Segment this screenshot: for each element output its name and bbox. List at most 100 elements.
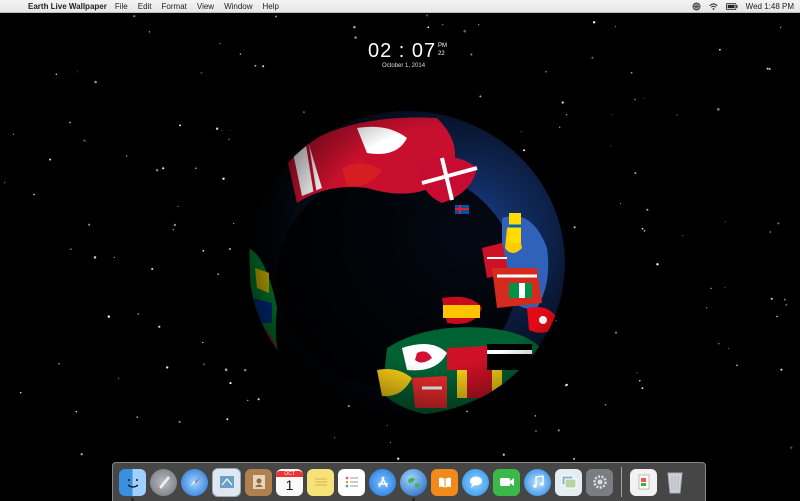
star <box>80 453 83 456</box>
menu-edit[interactable]: Edit <box>138 2 152 11</box>
star <box>118 377 120 379</box>
dock-mail[interactable] <box>212 467 241 497</box>
star <box>88 223 91 226</box>
star <box>610 145 612 147</box>
star <box>133 15 136 18</box>
dock-safari[interactable] <box>181 468 208 496</box>
star <box>49 158 52 161</box>
star <box>634 98 637 101</box>
dock: OCT 1 <box>112 462 706 501</box>
menu-window[interactable]: Window <box>224 2 252 11</box>
star <box>682 234 684 237</box>
star <box>69 121 71 124</box>
star <box>646 208 649 211</box>
dock-notes[interactable] <box>307 468 334 496</box>
star <box>785 303 788 306</box>
dock-system-preferences[interactable] <box>586 468 613 496</box>
star <box>226 418 229 421</box>
dock-facetime[interactable] <box>493 468 520 496</box>
star <box>76 71 79 73</box>
star <box>58 362 60 365</box>
star <box>75 410 78 413</box>
star <box>389 441 391 443</box>
speech-bubble-icon <box>469 476 482 488</box>
star <box>779 26 782 29</box>
star <box>224 368 228 372</box>
star <box>254 64 257 67</box>
star <box>425 14 429 17</box>
star <box>19 391 22 394</box>
star <box>719 48 721 51</box>
trash-icon <box>666 472 683 494</box>
menu-help[interactable]: Help <box>263 2 279 11</box>
dock-itunes[interactable] <box>524 468 551 496</box>
menubar-clock[interactable]: Wed 1:48 PM <box>746 2 794 11</box>
battery-icon[interactable] <box>725 2 738 11</box>
globe-status-icon[interactable] <box>692 1 701 11</box>
dock-messages[interactable] <box>462 468 489 496</box>
star <box>727 347 729 349</box>
star <box>611 113 613 116</box>
reminders-icon <box>345 476 358 488</box>
star <box>262 65 265 68</box>
dock-downloads-stack[interactable] <box>630 468 657 496</box>
dock-calendar[interactable]: OCT 1 <box>276 468 303 496</box>
star <box>638 379 641 382</box>
dock-trash[interactable] <box>661 469 688 496</box>
star <box>717 342 720 345</box>
star <box>769 231 772 233</box>
running-indicator <box>412 497 415 501</box>
star <box>724 286 726 288</box>
star <box>155 168 159 172</box>
star <box>222 177 225 180</box>
star <box>173 223 177 227</box>
star <box>217 273 220 276</box>
star <box>93 256 97 259</box>
menu-file[interactable]: File <box>115 2 128 11</box>
star <box>70 248 72 250</box>
star <box>233 222 235 225</box>
stamp-icon <box>219 476 234 488</box>
star <box>158 325 161 328</box>
star <box>572 457 576 461</box>
dock-earth-live-wallpaper[interactable] <box>400 468 427 501</box>
star <box>724 221 726 223</box>
star <box>620 202 621 204</box>
menu-bar: Earth Live Wallpaper File Edit Format Vi… <box>0 0 800 13</box>
dock-finder[interactable] <box>119 468 146 501</box>
star <box>162 167 165 170</box>
star <box>710 287 712 289</box>
star <box>239 53 242 55</box>
star <box>94 80 97 84</box>
flag-globe <box>249 111 565 415</box>
dock-contacts[interactable] <box>245 468 272 496</box>
star <box>544 70 547 73</box>
star <box>561 101 564 104</box>
star <box>396 457 400 460</box>
wifi-icon[interactable] <box>709 2 718 11</box>
star <box>427 26 430 29</box>
star <box>202 363 205 366</box>
dock-app-store[interactable] <box>369 468 396 496</box>
star <box>219 43 221 45</box>
star <box>766 67 769 70</box>
dock-launchpad[interactable] <box>150 468 177 496</box>
dock-reminders[interactable] <box>338 468 365 496</box>
calendar-day: 1 <box>285 477 294 493</box>
menu-view[interactable]: View <box>197 2 214 11</box>
clock-ampm-seconds: PM 22 <box>438 42 447 58</box>
menu-format[interactable]: Format <box>162 2 187 11</box>
dock-ibooks[interactable] <box>431 468 458 496</box>
compass-icon <box>189 477 200 487</box>
star <box>386 424 388 426</box>
dock-preview[interactable] <box>555 468 582 496</box>
star <box>705 307 708 309</box>
finder-icon <box>127 479 138 488</box>
star <box>137 313 140 315</box>
star <box>202 341 204 344</box>
star <box>33 193 35 196</box>
star <box>776 315 778 318</box>
star <box>641 227 644 230</box>
star <box>604 403 607 406</box>
app-menu[interactable]: Earth Live Wallpaper <box>28 2 107 11</box>
